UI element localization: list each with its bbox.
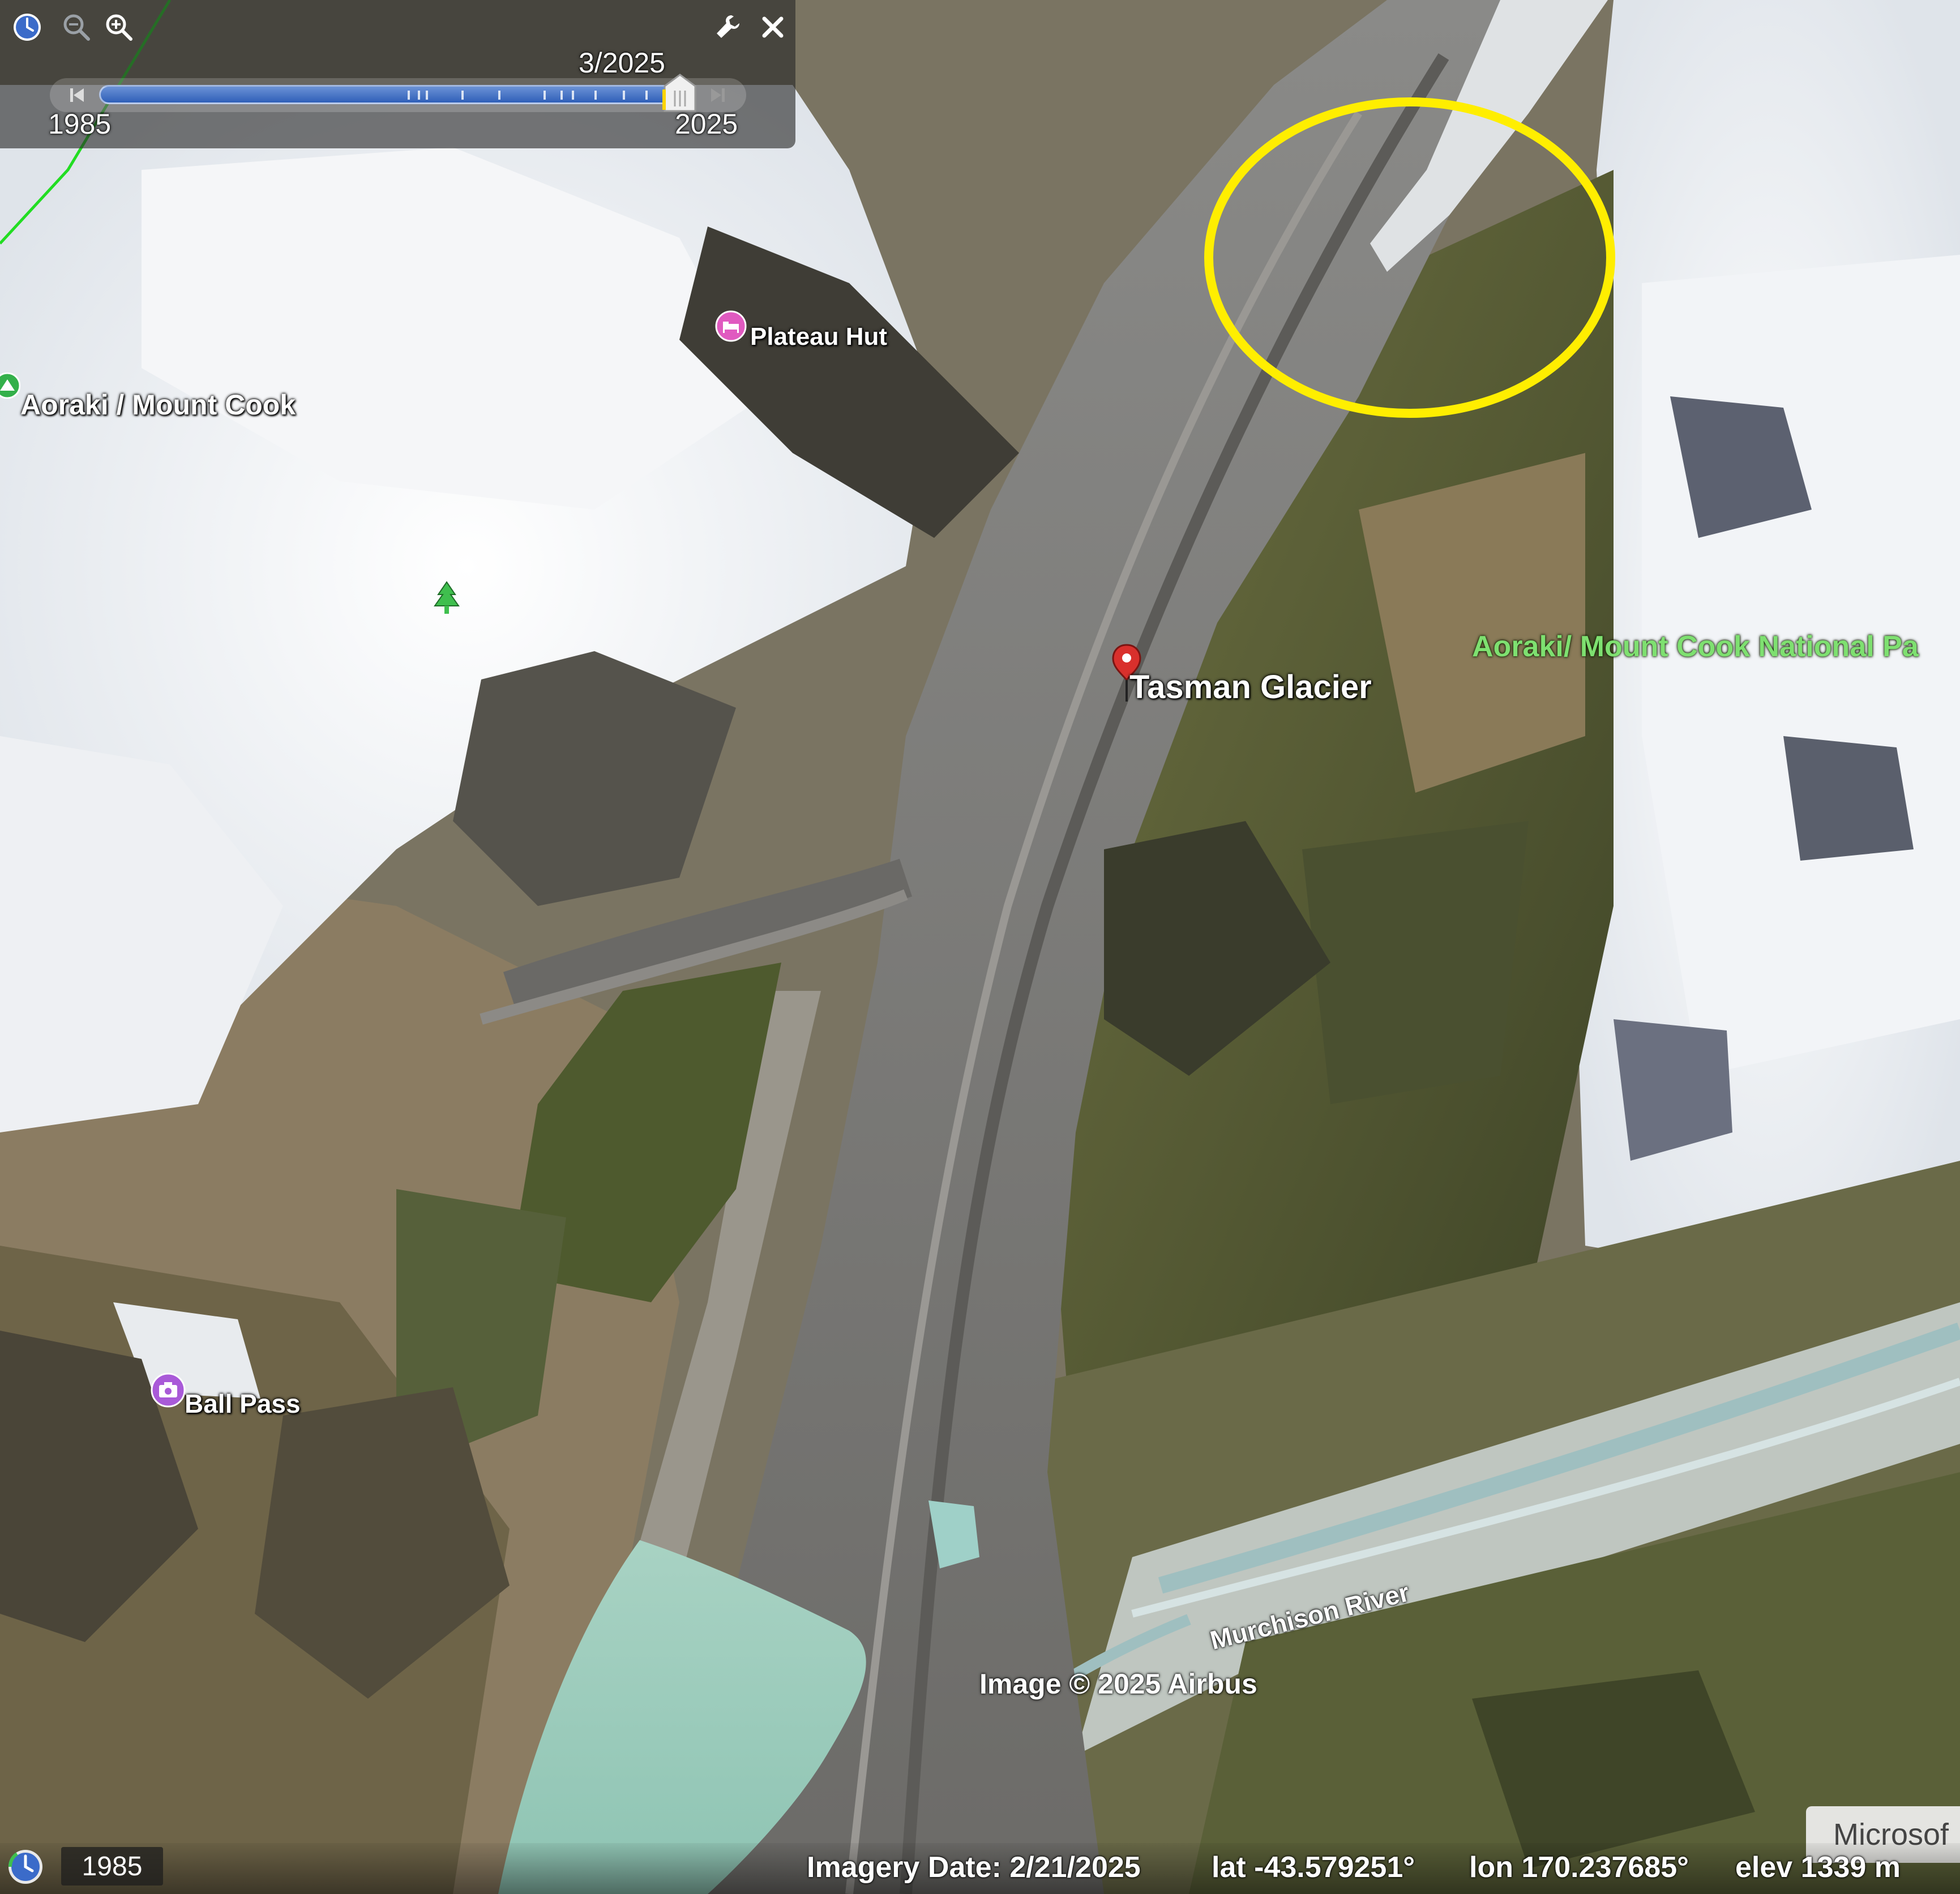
zoom-in-icon[interactable]: [102, 10, 136, 44]
latitude-readout: lat -43.579251°: [1212, 1851, 1415, 1884]
highlight-ring: [1204, 97, 1615, 418]
wrench-icon[interactable]: [711, 10, 744, 44]
longitude-readout: lon 170.237685°: [1469, 1851, 1689, 1884]
park-label[interactable]: Aoraki/ Mount Cook National Pa: [1472, 630, 1919, 664]
tree-icon[interactable]: [429, 580, 464, 617]
slider-tick: [645, 91, 648, 100]
slider-start-year: 1985: [48, 108, 112, 140]
slider-tick: [418, 91, 420, 100]
slider-tick: [544, 91, 546, 100]
history-button[interactable]: [6, 1847, 45, 1887]
elevation-readout: elev 1339 m: [1735, 1851, 1901, 1884]
hut-icon[interactable]: [715, 310, 747, 342]
mountain-label[interactable]: Aoraki / Mount Cook: [20, 388, 296, 421]
hut-label[interactable]: Plateau Hut: [750, 323, 887, 351]
imagery-attribution: Image © 2025 Airbus: [979, 1668, 1257, 1700]
pass-label[interactable]: Ball Pass: [185, 1388, 301, 1419]
slider-tick: [461, 91, 464, 100]
slider-end-year: 2025: [675, 108, 738, 140]
step-forward-icon[interactable]: [702, 78, 734, 112]
close-icon[interactable]: [756, 10, 790, 44]
time-slider-track[interactable]: [99, 85, 674, 104]
slider-tick: [623, 91, 625, 100]
clock-icon[interactable]: [6, 1847, 45, 1887]
slider-tick: [408, 91, 410, 100]
slider-tick: [426, 91, 428, 100]
glacier-label[interactable]: Tasman Glacier: [1129, 668, 1372, 706]
step-back-icon[interactable]: [61, 78, 93, 112]
highlight-ellipse: [0, 0, 1615, 418]
camera-icon[interactable]: [151, 1373, 186, 1408]
map-view[interactable]: Tasman Glacier Plateau Hut Aoraki / Moun…: [0, 0, 1960, 1894]
slider-tick: [498, 91, 500, 100]
imagery-date: Imagery Date: 2/21/2025: [807, 1851, 1141, 1884]
peak-icon[interactable]: [0, 373, 20, 399]
slider-tick: [594, 91, 597, 100]
historical-imagery-panel: 3/2025 1985 2025: [0, 0, 795, 148]
slider-tick: [560, 91, 563, 100]
history-year[interactable]: 1985: [61, 1847, 163, 1886]
zoom-out-icon[interactable]: [59, 10, 93, 44]
current-date-label: 3/2025: [579, 47, 665, 79]
slider-tick: [572, 91, 574, 100]
clock-icon[interactable]: [10, 10, 44, 44]
